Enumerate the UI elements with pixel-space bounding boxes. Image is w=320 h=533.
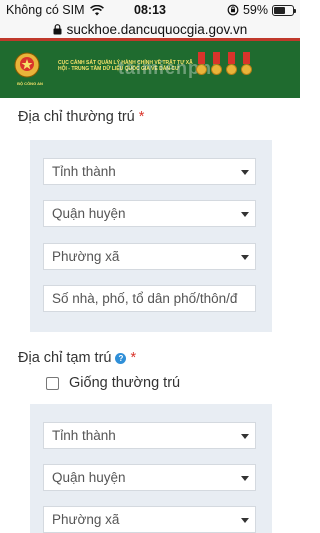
temporary-address-panel: Tỉnh thành Quận huyện Phường xã (30, 404, 272, 533)
status-bar-right: 59% (227, 3, 296, 17)
lock-icon (53, 23, 62, 34)
rotation-lock-icon (227, 4, 239, 16)
required-mark: * (138, 109, 145, 125)
url-bar[interactable]: suckhoe.dancuquocgia.gov.vn (0, 20, 300, 38)
same-as-permanent-label[interactable]: Giống thường trú (69, 375, 180, 391)
chevron-down-icon (241, 434, 249, 439)
medal-icon (241, 52, 252, 82)
permanent-ward-placeholder: Phường xã (52, 249, 120, 264)
status-bar: Không có SIM 08:13 59% (0, 0, 300, 20)
chevron-down-icon (241, 255, 249, 260)
temporary-ward-placeholder: Phường xã (52, 512, 120, 527)
temporary-district-select[interactable]: Quận huyện (43, 464, 256, 491)
help-icon[interactable]: ? (115, 352, 127, 364)
required-mark: * (130, 350, 137, 366)
permanent-district-select[interactable]: Quận huyện (43, 200, 256, 227)
medal-icon (211, 52, 222, 82)
chevron-down-icon (241, 518, 249, 523)
site-banner: BỘ CÔNG AN CỤC CẢNH SÁT QUẢN LÝ HÀNH CHÍ… (0, 38, 300, 98)
chevron-down-icon (241, 170, 249, 175)
chevron-down-icon (241, 476, 249, 481)
same-as-permanent-row[interactable]: Giống thường trú (46, 375, 180, 391)
same-as-permanent-checkbox[interactable] (46, 376, 59, 390)
police-emblem-icon (14, 52, 40, 78)
permanent-address-panel: Tỉnh thành Quận huyện Phường xã Số nhà, … (30, 140, 272, 332)
banner-stripe (0, 38, 300, 41)
temporary-ward-select[interactable]: Phường xã (43, 506, 256, 533)
medal-icon (226, 52, 237, 82)
permanent-street-input[interactable]: Số nhà, phố, tổ dân phố/thôn/đ (43, 285, 256, 312)
medals (196, 52, 252, 82)
temporary-address-heading: Địa chỉ tạm trú? * (18, 350, 136, 366)
temporary-province-placeholder: Tỉnh thành (52, 428, 116, 443)
permanent-district-placeholder: Quận huyện (52, 206, 126, 221)
chevron-down-icon (241, 212, 249, 217)
permanent-province-placeholder: Tỉnh thành (52, 164, 116, 179)
battery-level (274, 6, 285, 14)
emblem-label: BỘ CÔNG AN (17, 81, 43, 86)
medal-icon (196, 52, 207, 82)
permanent-address-label: Địa chỉ thường trú (18, 109, 135, 125)
temporary-province-select[interactable]: Tỉnh thành (43, 422, 256, 449)
battery-icon (272, 4, 296, 16)
permanent-ward-select[interactable]: Phường xã (43, 243, 256, 270)
permanent-address-heading: Địa chỉ thường trú * (18, 109, 144, 125)
permanent-province-select[interactable]: Tỉnh thành (43, 158, 256, 185)
permanent-street-placeholder: Số nhà, phố, tổ dân phố/thôn/đ (52, 291, 238, 306)
temporary-district-placeholder: Quận huyện (52, 470, 126, 485)
battery-percent: 59% (242, 3, 268, 17)
temporary-address-label: Địa chỉ tạm trú (18, 350, 112, 366)
url-text[interactable]: suckhoe.dancuquocgia.gov.vn (67, 22, 248, 37)
